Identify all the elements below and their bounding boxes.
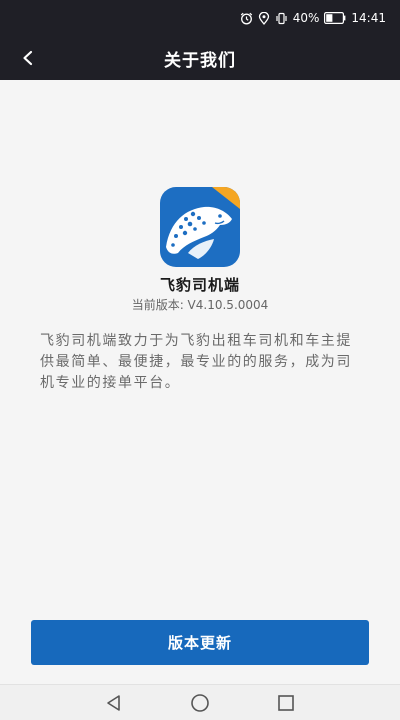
app-description: 飞豹司机端致力于为飞豹出租车司机和车主提供最简单、最便捷，最专业的的服务，成为司…: [40, 333, 352, 391]
status-bar: 40% 14:41: [0, 0, 400, 36]
back-chevron-icon: [23, 50, 33, 66]
recents-square-icon[interactable]: [276, 693, 296, 713]
app-name: 飞豹司机端: [159, 276, 240, 294]
battery-icon: [324, 12, 346, 24]
cheetah-logo-icon: [160, 187, 240, 267]
battery-percent: 40%: [292, 11, 320, 25]
app-version: 当前版本: V4.10.5.0004: [131, 298, 269, 312]
home-circle-icon[interactable]: [190, 693, 210, 713]
vibrate-icon: [275, 12, 288, 25]
back-button[interactable]: [14, 44, 42, 72]
clock-time: 14:41: [351, 11, 386, 25]
back-triangle-icon[interactable]: [104, 693, 124, 713]
location-icon: [258, 11, 270, 25]
page-title: 关于我们: [164, 50, 236, 71]
alarm-icon: [240, 12, 253, 25]
version-update-button[interactable]: 版本更新: [31, 620, 369, 665]
header-bar: 关于我们: [0, 36, 400, 80]
system-navigation-bar: [0, 684, 400, 720]
about-content: 飞豹司机端 当前版本: V4.10.5.0004 飞豹司机端致力于为飞豹出租车司…: [0, 80, 400, 684]
